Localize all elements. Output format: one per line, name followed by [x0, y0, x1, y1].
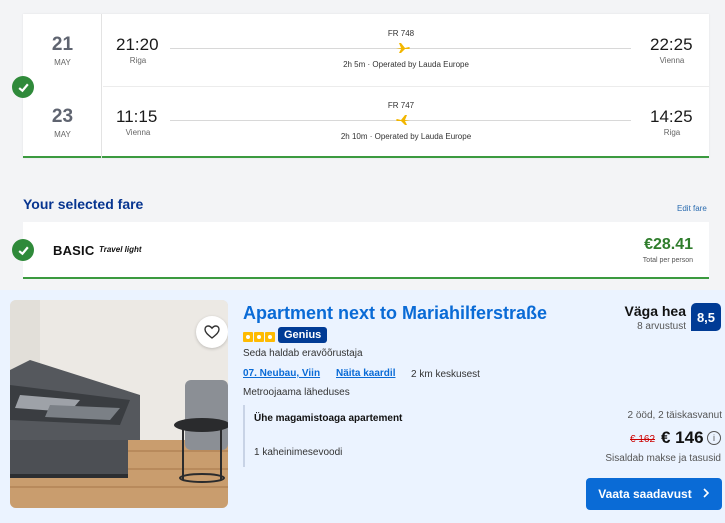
flight-duration: 2h 10m · Operated by Lauda Europe: [340, 132, 472, 141]
flights-card: 21 MAY 21:20 Riga FR 748 2h 5m · Operate…: [23, 14, 709, 158]
arrival-city: Vienna: [659, 56, 685, 65]
fare-tagline: Travel light: [99, 245, 142, 254]
fare-price-note: Total per person: [642, 257, 693, 264]
see-availability-label: Vaata saadavust: [598, 487, 692, 501]
favorite-heart-icon[interactable]: [196, 316, 228, 348]
plane-icon: [396, 114, 410, 129]
review-score: 8,5: [691, 303, 721, 331]
star-icon: [254, 332, 264, 342]
departure-time: 21:20: [116, 35, 159, 54]
room-name: Ühe magamistoaga apartement: [254, 413, 403, 424]
fare-card[interactable]: BASIC Travel light €28.41 Total per pers…: [23, 222, 709, 279]
hotel-card: Apartment next to Mariahilferstraße Geni…: [0, 290, 725, 523]
flight-day: 21: [51, 34, 74, 55]
flight-row-return: 23 MAY 11:15 Vienna FR 747 2h 10m · Oper…: [23, 86, 709, 158]
flight-duration: 2h 5m · Operated by Lauda Europe: [343, 60, 469, 69]
chevron-right-icon: [702, 487, 710, 501]
edit-fare-link[interactable]: Edit fare: [677, 204, 707, 213]
hotel-title[interactable]: Apartment next to Mariahilferstraße: [243, 303, 547, 324]
current-price: € 146: [661, 428, 704, 447]
row-divider: [103, 86, 709, 87]
stay-summary: 2 ööd, 2 täiskasvanut: [627, 410, 722, 421]
flights-section: 21 MAY 21:20 Riga FR 748 2h 5m · Operate…: [0, 0, 725, 290]
flight-number: FR 747: [387, 101, 415, 110]
see-availability-button[interactable]: Vaata saadavust: [586, 478, 722, 510]
arrival-time: 14:25: [650, 107, 693, 126]
departure-city: Vienna: [125, 128, 151, 137]
genius-badge: Genius: [278, 327, 328, 343]
hotel-photo[interactable]: [10, 300, 228, 508]
departure-city: Riga: [129, 56, 147, 65]
managed-by: Seda haldab eravõõrustaja: [243, 348, 363, 359]
flight-month: MAY: [54, 130, 71, 139]
flight-row-outbound: 21 MAY 21:20 Riga FR 748 2h 5m · Operate…: [23, 14, 709, 86]
fare-name: BASIC: [53, 243, 95, 258]
rating-stars: [243, 332, 275, 342]
show-on-map-link[interactable]: Näita kaardil: [336, 368, 395, 379]
departure-time: 11:15: [116, 107, 158, 126]
distance-from-center: 2 km keskusest: [411, 369, 480, 380]
district-link[interactable]: 07. Neubau, Viin: [243, 368, 320, 379]
fare-price: €28.41: [644, 236, 693, 253]
arrival-time: 22:25: [650, 35, 693, 54]
flight-number: FR 748: [387, 29, 415, 38]
rating-label: Väga hea: [624, 303, 686, 319]
bed-info: 1 kaheinimesevoodi: [254, 447, 343, 458]
room-divider: [243, 405, 245, 467]
review-count: 8 arvustust: [637, 321, 686, 332]
flight-month: MAY: [54, 58, 71, 67]
flight-date: 23 MAY: [23, 86, 102, 158]
original-price: € 162: [630, 434, 656, 445]
flights-selected-check-icon: [12, 76, 34, 98]
taxes-note: Sisaldab makse ja tasusid: [605, 453, 721, 464]
arrival-city: Riga: [663, 128, 681, 137]
fare-heading: Your selected fare: [23, 196, 144, 212]
flight-date: 21 MAY: [23, 14, 102, 86]
metro-note: Metroojaama läheduses: [243, 387, 350, 398]
price-info-icon[interactable]: i: [707, 431, 721, 445]
flight-day: 23: [51, 106, 74, 127]
plane-icon: [396, 42, 410, 57]
star-icon: [243, 332, 253, 342]
fare-selected-check-icon: [12, 239, 34, 261]
star-icon: [265, 332, 275, 342]
